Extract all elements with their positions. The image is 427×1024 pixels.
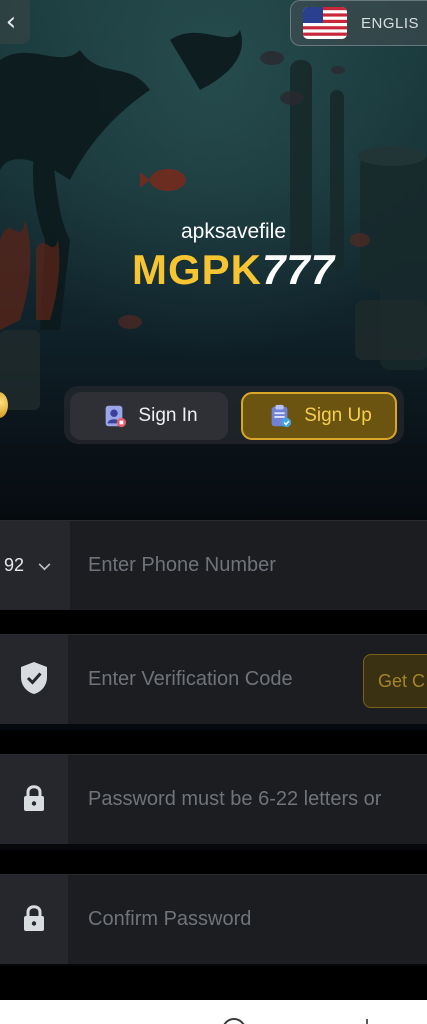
bottom-bar [0, 1000, 427, 1024]
lock-lead [0, 755, 68, 844]
password-input[interactable]: Password must be 6-22 letters or [88, 755, 427, 844]
logo-text-number: 777 [261, 246, 336, 293]
tab-sign-in-label: Sign In [138, 405, 198, 426]
phone-input[interactable]: Enter Phone Number [88, 521, 427, 610]
tab-sign-up-label: Sign Up [304, 405, 372, 426]
verification-code-input[interactable]: Enter Verification Code [88, 635, 358, 724]
app-screen: ‹ ENGLIS apksavefile MGPK777 Sign In Sig… [0, 0, 427, 1000]
auth-tabs: Sign In Sign Up [64, 386, 404, 444]
chevron-left-icon: ‹ [5, 7, 17, 37]
field-divider [0, 610, 427, 634]
field-divider [0, 730, 427, 754]
language-label: ENGLIS [361, 14, 420, 32]
tab-sign-up[interactable]: Sign Up [241, 392, 397, 440]
shield-lead [0, 635, 68, 724]
chevron-down-icon [38, 556, 51, 575]
logo-text-primary: MGPK [131, 246, 262, 293]
country-code: 92 [4, 555, 25, 575]
verification-field-row: Enter Verification Code Get C [0, 634, 427, 724]
us-flag-icon [303, 7, 347, 39]
confirm-password-input[interactable]: Confirm Password [88, 875, 427, 964]
confirm-password-field-row: Confirm Password [0, 874, 427, 964]
password-field-row: Password must be 6-22 letters or [0, 754, 427, 844]
shield-check-icon [19, 661, 49, 699]
bottom-tick-icon [366, 1019, 368, 1024]
lock-lead [0, 875, 68, 964]
tab-sign-in[interactable]: Sign In [70, 392, 228, 440]
input-overflow-fade [387, 755, 427, 844]
back-button[interactable]: ‹ [0, 0, 30, 44]
app-logo: MGPK777 [0, 246, 427, 294]
get-code-button[interactable]: Get C [363, 654, 427, 708]
country-code-selector[interactable]: 92 [0, 521, 70, 610]
field-divider [0, 850, 427, 874]
lock-icon [22, 783, 46, 817]
user-badge-icon [100, 402, 128, 430]
watermark-text: apksavefile [180, 220, 287, 243]
phone-field-row: 92 Enter Phone Number [0, 520, 427, 610]
lock-icon [22, 903, 46, 937]
clipboard-check-icon [266, 402, 294, 430]
form-bottom-band [0, 966, 427, 1000]
language-selector[interactable]: ENGLIS [290, 0, 427, 46]
